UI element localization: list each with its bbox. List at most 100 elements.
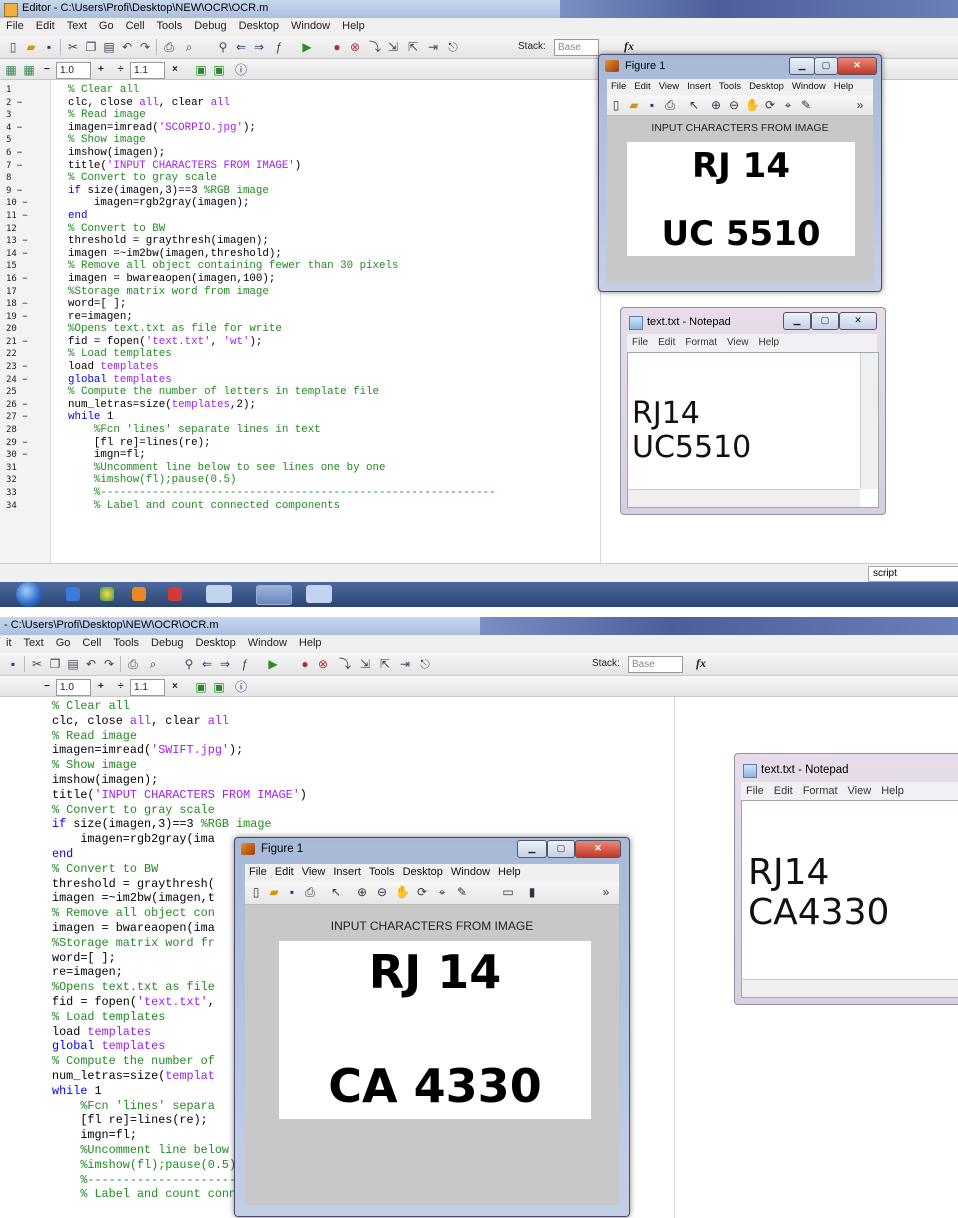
binoculars-icon[interactable]: ⚲ — [216, 40, 230, 54]
decrement-button[interactable]: − — [44, 64, 50, 75]
undo-icon[interactable]: ↶ — [120, 40, 134, 54]
np-menu-help[interactable]: Help — [876, 782, 909, 800]
menu-file[interactable]: File — [0, 18, 30, 32]
breakpoint-clear-icon[interactable]: ⊗ — [316, 657, 330, 671]
evaluate-advance-icon[interactable]: ▣ — [212, 680, 226, 694]
new-figure-icon[interactable]: ▯ — [609, 98, 623, 112]
breakpoint-set-icon[interactable]: ● — [330, 40, 344, 54]
copy-icon[interactable]: ❐ — [84, 40, 98, 54]
pointer-icon[interactable]: ↖ — [329, 885, 343, 899]
brush-icon[interactable]: ✎ — [799, 98, 813, 112]
cell-insert-icon[interactable]: ▦ — [4, 63, 18, 77]
np-menu-view[interactable]: View — [722, 334, 754, 351]
taskbar-media-icon[interactable] — [168, 587, 182, 601]
save-icon[interactable]: ▪ — [42, 40, 56, 54]
zoom-out-icon[interactable]: ⊖ — [375, 885, 389, 899]
open-file-icon[interactable]: ▰ — [24, 40, 38, 54]
open-figure-icon[interactable]: ▰ — [627, 98, 641, 112]
undo-icon[interactable]: ↶ — [84, 657, 98, 671]
colorbar-icon[interactable]: ▮ — [525, 885, 539, 899]
menu-window[interactable]: Window — [242, 635, 293, 649]
step-icon[interactable]: ⤵ — [338, 657, 352, 671]
minimize-button[interactable]: ▁ — [517, 840, 547, 858]
minimize-button[interactable]: ▁ — [783, 312, 811, 330]
paste-icon[interactable]: ▤ — [102, 40, 116, 54]
close-button[interactable]: ✕ — [575, 840, 621, 858]
maximize-button[interactable]: ▢ — [814, 57, 838, 75]
vertical-scrollbar[interactable] — [860, 353, 878, 489]
taskbar-matlab-icon[interactable] — [256, 585, 292, 605]
cell-eval-icon[interactable]: ▦ — [22, 63, 36, 77]
info-icon[interactable]: ⓘ — [234, 63, 248, 77]
stack-select[interactable]: Base — [554, 39, 599, 56]
step-out-icon[interactable]: ⇱ — [378, 657, 392, 671]
breakpoint-clear-icon[interactable]: ⊗ — [348, 40, 362, 54]
save-icon[interactable]: ▪ — [6, 657, 20, 671]
menu-text[interactable]: Text — [61, 18, 93, 32]
fig-menu-help[interactable]: Help — [494, 864, 525, 880]
step-icon[interactable]: ⤵ — [368, 40, 382, 54]
back-arrow-icon[interactable]: ⇐ — [200, 657, 214, 671]
menu-help[interactable]: Help — [336, 18, 371, 32]
menu-debug[interactable]: Debug — [188, 18, 232, 32]
start-button-icon[interactable] — [16, 582, 42, 607]
figure-window[interactable]: Figure 1 ▁ ▢ ✕ File Edit View Insert Tools De… — [234, 837, 630, 1217]
new-file-icon[interactable]: ▯ — [6, 40, 20, 54]
data-cursor-icon[interactable]: ⌖ — [781, 98, 795, 112]
taskbar-notepad-icon[interactable] — [306, 585, 332, 603]
fig-menu-file[interactable]: File — [607, 79, 630, 94]
data-cursor-icon[interactable]: ⌖ — [435, 885, 449, 899]
fig-menu-view[interactable]: View — [298, 864, 330, 880]
zoom-in-icon[interactable]: ⊕ — [355, 885, 369, 899]
link-plot-icon[interactable]: ▭ — [501, 885, 515, 899]
horizontal-scrollbar[interactable] — [742, 979, 958, 997]
minimize-button[interactable]: ▁ — [789, 57, 815, 75]
overflow-icon[interactable]: » — [853, 98, 867, 112]
np-menu-help[interactable]: Help — [754, 334, 785, 351]
divide-button[interactable]: ÷ — [118, 681, 124, 692]
zoom-in-icon[interactable]: ⊕ — [709, 98, 723, 112]
rotate-icon[interactable]: ⟳ — [763, 98, 777, 112]
notepad-text-area[interactable]: RJ14 UC5510 — [627, 352, 879, 508]
np-menu-edit[interactable]: Edit — [653, 334, 680, 351]
fig-menu-help[interactable]: Help — [830, 79, 858, 94]
paste-icon[interactable]: ▤ — [66, 657, 80, 671]
horizontal-scrollbar[interactable] — [628, 489, 860, 507]
menu-go[interactable]: Go — [93, 18, 120, 32]
menu-debug[interactable]: Debug — [145, 635, 189, 649]
figure-window[interactable]: Figure 1 ▁ ▢ ✕ File Edit View Insert Tools De… — [598, 54, 882, 292]
taskbar-browser-icon[interactable] — [100, 587, 114, 601]
notepad-text-area[interactable]: RJ14 CA4330 — [741, 800, 958, 998]
forward-arrow-icon[interactable]: ⇒ — [252, 40, 266, 54]
step-in-icon[interactable]: ⇲ — [386, 40, 400, 54]
taskbar-download-icon[interactable] — [132, 587, 146, 601]
overflow-icon[interactable]: » — [599, 885, 613, 899]
close-button[interactable]: ✕ — [837, 57, 877, 75]
taskbar-explorer-icon[interactable] — [206, 585, 232, 603]
fig-menu-insert[interactable]: Insert — [329, 864, 365, 880]
forward-arrow-icon[interactable]: ⇒ — [218, 657, 232, 671]
menu-tools[interactable]: Tools — [151, 18, 189, 32]
maximize-button[interactable]: ▢ — [547, 840, 575, 858]
cell-value-2-input[interactable]: 1.1 — [130, 62, 165, 79]
continue-icon[interactable]: ⇥ — [426, 40, 440, 54]
print-icon[interactable]: ⎙ — [162, 40, 176, 54]
find-icon[interactable]: ⌕ — [146, 657, 160, 671]
run-icon[interactable]: ▶ — [300, 40, 314, 54]
cell-value-1-input[interactable]: 1.0 — [56, 679, 91, 696]
function-icon[interactable]: ƒ — [238, 657, 252, 671]
fig-menu-edit[interactable]: Edit — [630, 79, 654, 94]
menu-go[interactable]: Go — [50, 635, 77, 649]
menu-cell[interactable]: Cell — [76, 635, 107, 649]
fig-menu-desktop[interactable]: Desktop — [745, 79, 788, 94]
continue-icon[interactable]: ⇥ — [398, 657, 412, 671]
step-in-icon[interactable]: ⇲ — [358, 657, 372, 671]
menu-edit[interactable]: it — [0, 635, 18, 649]
fx-icon[interactable]: fx — [696, 656, 706, 671]
back-arrow-icon[interactable]: ⇐ — [234, 40, 248, 54]
menu-help[interactable]: Help — [293, 635, 328, 649]
np-menu-view[interactable]: View — [843, 782, 877, 800]
fig-menu-window[interactable]: Window — [447, 864, 494, 880]
exit-debug-icon[interactable]: ⎋ — [446, 40, 460, 54]
fig-menu-edit[interactable]: Edit — [271, 864, 298, 880]
